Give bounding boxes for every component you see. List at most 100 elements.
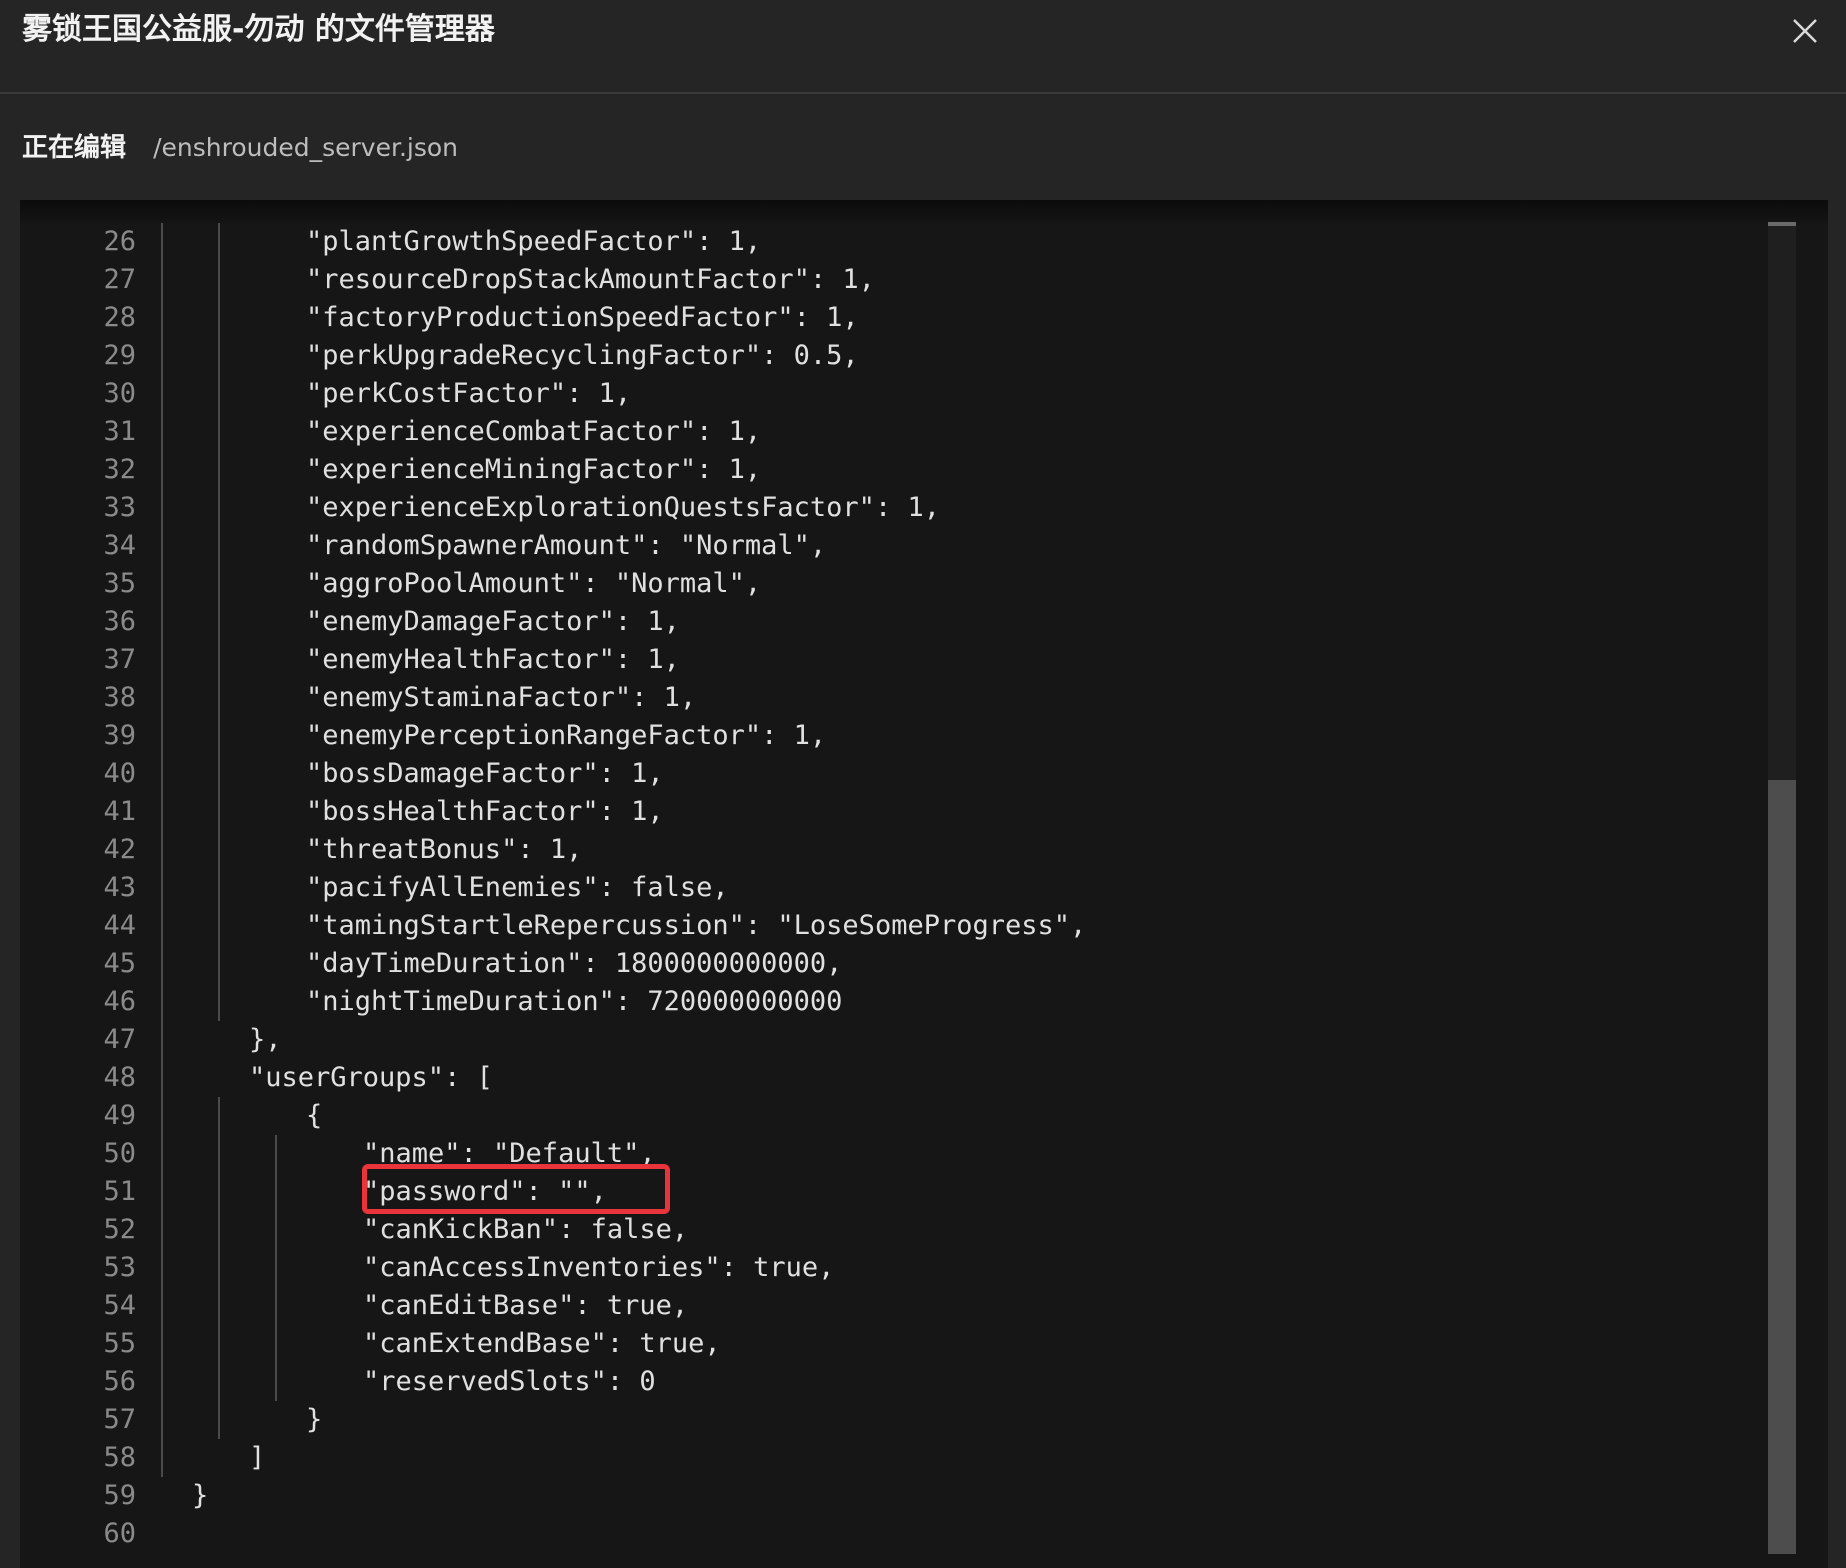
line-text: "perkUpgradeRecyclingFactor": 0.5, bbox=[306, 340, 859, 371]
indent-guide bbox=[218, 1173, 220, 1211]
indent-guide bbox=[218, 489, 220, 527]
code-line[interactable]: 31 "experienceCombatFactor": 1, bbox=[20, 413, 1760, 451]
code-line[interactable]: 56 "reservedSlots": 0 bbox=[20, 1363, 1760, 1401]
indent-guide bbox=[161, 983, 163, 1021]
code-line[interactable]: 58] bbox=[20, 1439, 1760, 1477]
code-line[interactable]: 51 "password": "", bbox=[20, 1173, 1760, 1211]
indent-guide bbox=[218, 755, 220, 793]
editing-bar: 正在编辑 /enshrouded_server.json bbox=[22, 128, 458, 168]
code-editor[interactable]: 26 "plantGrowthSpeedFactor": 1, 27 "resourc… bbox=[20, 200, 1828, 1568]
line-text: "tamingStartleRepercussion": "LoseSomePr… bbox=[306, 910, 1087, 941]
code-line[interactable]: 41 "bossHealthFactor": 1, bbox=[20, 793, 1760, 831]
file-path: /enshrouded_server.json bbox=[153, 133, 459, 162]
code-line[interactable]: 36 "enemyDamageFactor": 1, bbox=[20, 603, 1760, 641]
code-line[interactable]: 37 "enemyHealthFactor": 1, bbox=[20, 641, 1760, 679]
code-line[interactable]: 52 "canKickBan": false, bbox=[20, 1211, 1760, 1249]
scrollbar-thumb[interactable] bbox=[1768, 780, 1796, 1554]
line-number: 34 bbox=[103, 530, 136, 561]
line-number: 52 bbox=[103, 1214, 136, 1245]
code-line[interactable]: 47}, bbox=[20, 1021, 1760, 1059]
vertical-scrollbar[interactable] bbox=[1768, 222, 1796, 1554]
code-line[interactable]: 34 "randomSpawnerAmount": "Normal", bbox=[20, 527, 1760, 565]
indent-guide bbox=[218, 1363, 220, 1401]
line-number: 41 bbox=[103, 796, 136, 827]
indent-guide bbox=[161, 793, 163, 831]
line-text: "nightTimeDuration": 720000000000 bbox=[306, 986, 843, 1017]
indent-guide bbox=[161, 1287, 163, 1325]
line-number: 49 bbox=[103, 1100, 136, 1131]
line-number: 54 bbox=[103, 1290, 136, 1321]
code-line[interactable]: 39 "enemyPerceptionRangeFactor": 1, bbox=[20, 717, 1760, 755]
line-text: "pacifyAllEnemies": false, bbox=[306, 872, 729, 903]
code-line[interactable]: 29 "perkUpgradeRecyclingFactor": 0.5, bbox=[20, 337, 1760, 375]
code-line[interactable]: 40 "bossDamageFactor": 1, bbox=[20, 755, 1760, 793]
line-text: "resourceDropStackAmountFactor": 1, bbox=[306, 264, 875, 295]
close-button[interactable] bbox=[1784, 10, 1826, 52]
code-lines[interactable]: 26 "plantGrowthSpeedFactor": 1, 27 "resourc… bbox=[20, 223, 1760, 1553]
indent-guide bbox=[161, 1325, 163, 1363]
indent-guide bbox=[161, 1135, 163, 1173]
indent-guide bbox=[218, 565, 220, 603]
indent-guide bbox=[218, 1287, 220, 1325]
code-line[interactable]: 42 "threatBonus": 1, bbox=[20, 831, 1760, 869]
code-line[interactable]: 50 "name": "Default", bbox=[20, 1135, 1760, 1173]
code-line[interactable]: 54 "canEditBase": true, bbox=[20, 1287, 1760, 1325]
indent-guide bbox=[161, 375, 163, 413]
modal-header: 雾锁王国公益服-勿动 的文件管理器 bbox=[0, 0, 1846, 94]
indent-guide bbox=[161, 717, 163, 755]
indent-guide bbox=[161, 1059, 163, 1097]
code-line[interactable]: 43 "pacifyAllEnemies": false, bbox=[20, 869, 1760, 907]
indent-guide bbox=[275, 1249, 277, 1287]
code-line[interactable]: 32 "experienceMiningFactor": 1, bbox=[20, 451, 1760, 489]
line-number: 45 bbox=[103, 948, 136, 979]
indent-guide bbox=[218, 907, 220, 945]
indent-guide bbox=[218, 679, 220, 717]
indent-guide bbox=[218, 261, 220, 299]
indent-guide bbox=[161, 603, 163, 641]
code-line[interactable]: 53 "canAccessInventories": true, bbox=[20, 1249, 1760, 1287]
line-text: } bbox=[306, 1404, 323, 1435]
indent-guide bbox=[218, 717, 220, 755]
code-line[interactable]: 27 "resourceDropStackAmountFactor": 1, bbox=[20, 261, 1760, 299]
line-text: "randomSpawnerAmount": "Normal", bbox=[306, 530, 827, 561]
indent-guide bbox=[161, 261, 163, 299]
scrollbar-position-mark bbox=[1768, 222, 1796, 226]
code-line[interactable]: 30 "perkCostFactor": 1, bbox=[20, 375, 1760, 413]
indent-guide bbox=[218, 603, 220, 641]
line-number: 42 bbox=[103, 834, 136, 865]
indent-guide bbox=[161, 1211, 163, 1249]
indent-guide bbox=[218, 1249, 220, 1287]
line-text: "threatBonus": 1, bbox=[306, 834, 583, 865]
line-number: 57 bbox=[103, 1404, 136, 1435]
indent-guide bbox=[218, 869, 220, 907]
line-number: 46 bbox=[103, 986, 136, 1017]
line-text: "canExtendBase": true, bbox=[363, 1328, 721, 1359]
code-line[interactable]: 48 "userGroups": [ bbox=[20, 1059, 1760, 1097]
code-line[interactable]: 45 "dayTimeDuration": 1800000000000, bbox=[20, 945, 1760, 983]
code-line[interactable]: 57} bbox=[20, 1401, 1760, 1439]
indent-guide bbox=[161, 907, 163, 945]
code-line[interactable]: 44 "tamingStartleRepercussion": "LoseSome… bbox=[20, 907, 1760, 945]
editing-label: 正在编辑 bbox=[22, 133, 127, 163]
indent-guide bbox=[161, 451, 163, 489]
line-text: "enemyDamageFactor": 1, bbox=[306, 606, 680, 637]
line-number: 35 bbox=[103, 568, 136, 599]
line-number: 55 bbox=[103, 1328, 136, 1359]
code-line[interactable]: 33 "experienceExplorationQuestsFactor": 1… bbox=[20, 489, 1760, 527]
indent-guide bbox=[161, 755, 163, 793]
code-line[interactable]: 46 "nightTimeDuration": 720000000000 bbox=[20, 983, 1760, 1021]
indent-guide bbox=[161, 337, 163, 375]
code-line[interactable]: 60 bbox=[20, 1515, 1760, 1553]
code-line[interactable]: 55 "canExtendBase": true, bbox=[20, 1325, 1760, 1363]
line-number: 47 bbox=[103, 1024, 136, 1055]
indent-guide bbox=[275, 1211, 277, 1249]
code-line[interactable]: 26 "plantGrowthSpeedFactor": 1, bbox=[20, 223, 1760, 261]
code-line[interactable]: 28 "factoryProductionSpeedFactor": 1, bbox=[20, 299, 1760, 337]
line-number: 59 bbox=[103, 1480, 136, 1511]
code-line[interactable]: 38 "enemyStaminaFactor": 1, bbox=[20, 679, 1760, 717]
code-line[interactable]: 35 "aggroPoolAmount": "Normal", bbox=[20, 565, 1760, 603]
code-line[interactable]: 59} bbox=[20, 1477, 1760, 1515]
line-text: "userGroups": [ bbox=[249, 1062, 493, 1093]
indent-guide bbox=[161, 223, 163, 261]
code-line[interactable]: 49 { bbox=[20, 1097, 1760, 1135]
